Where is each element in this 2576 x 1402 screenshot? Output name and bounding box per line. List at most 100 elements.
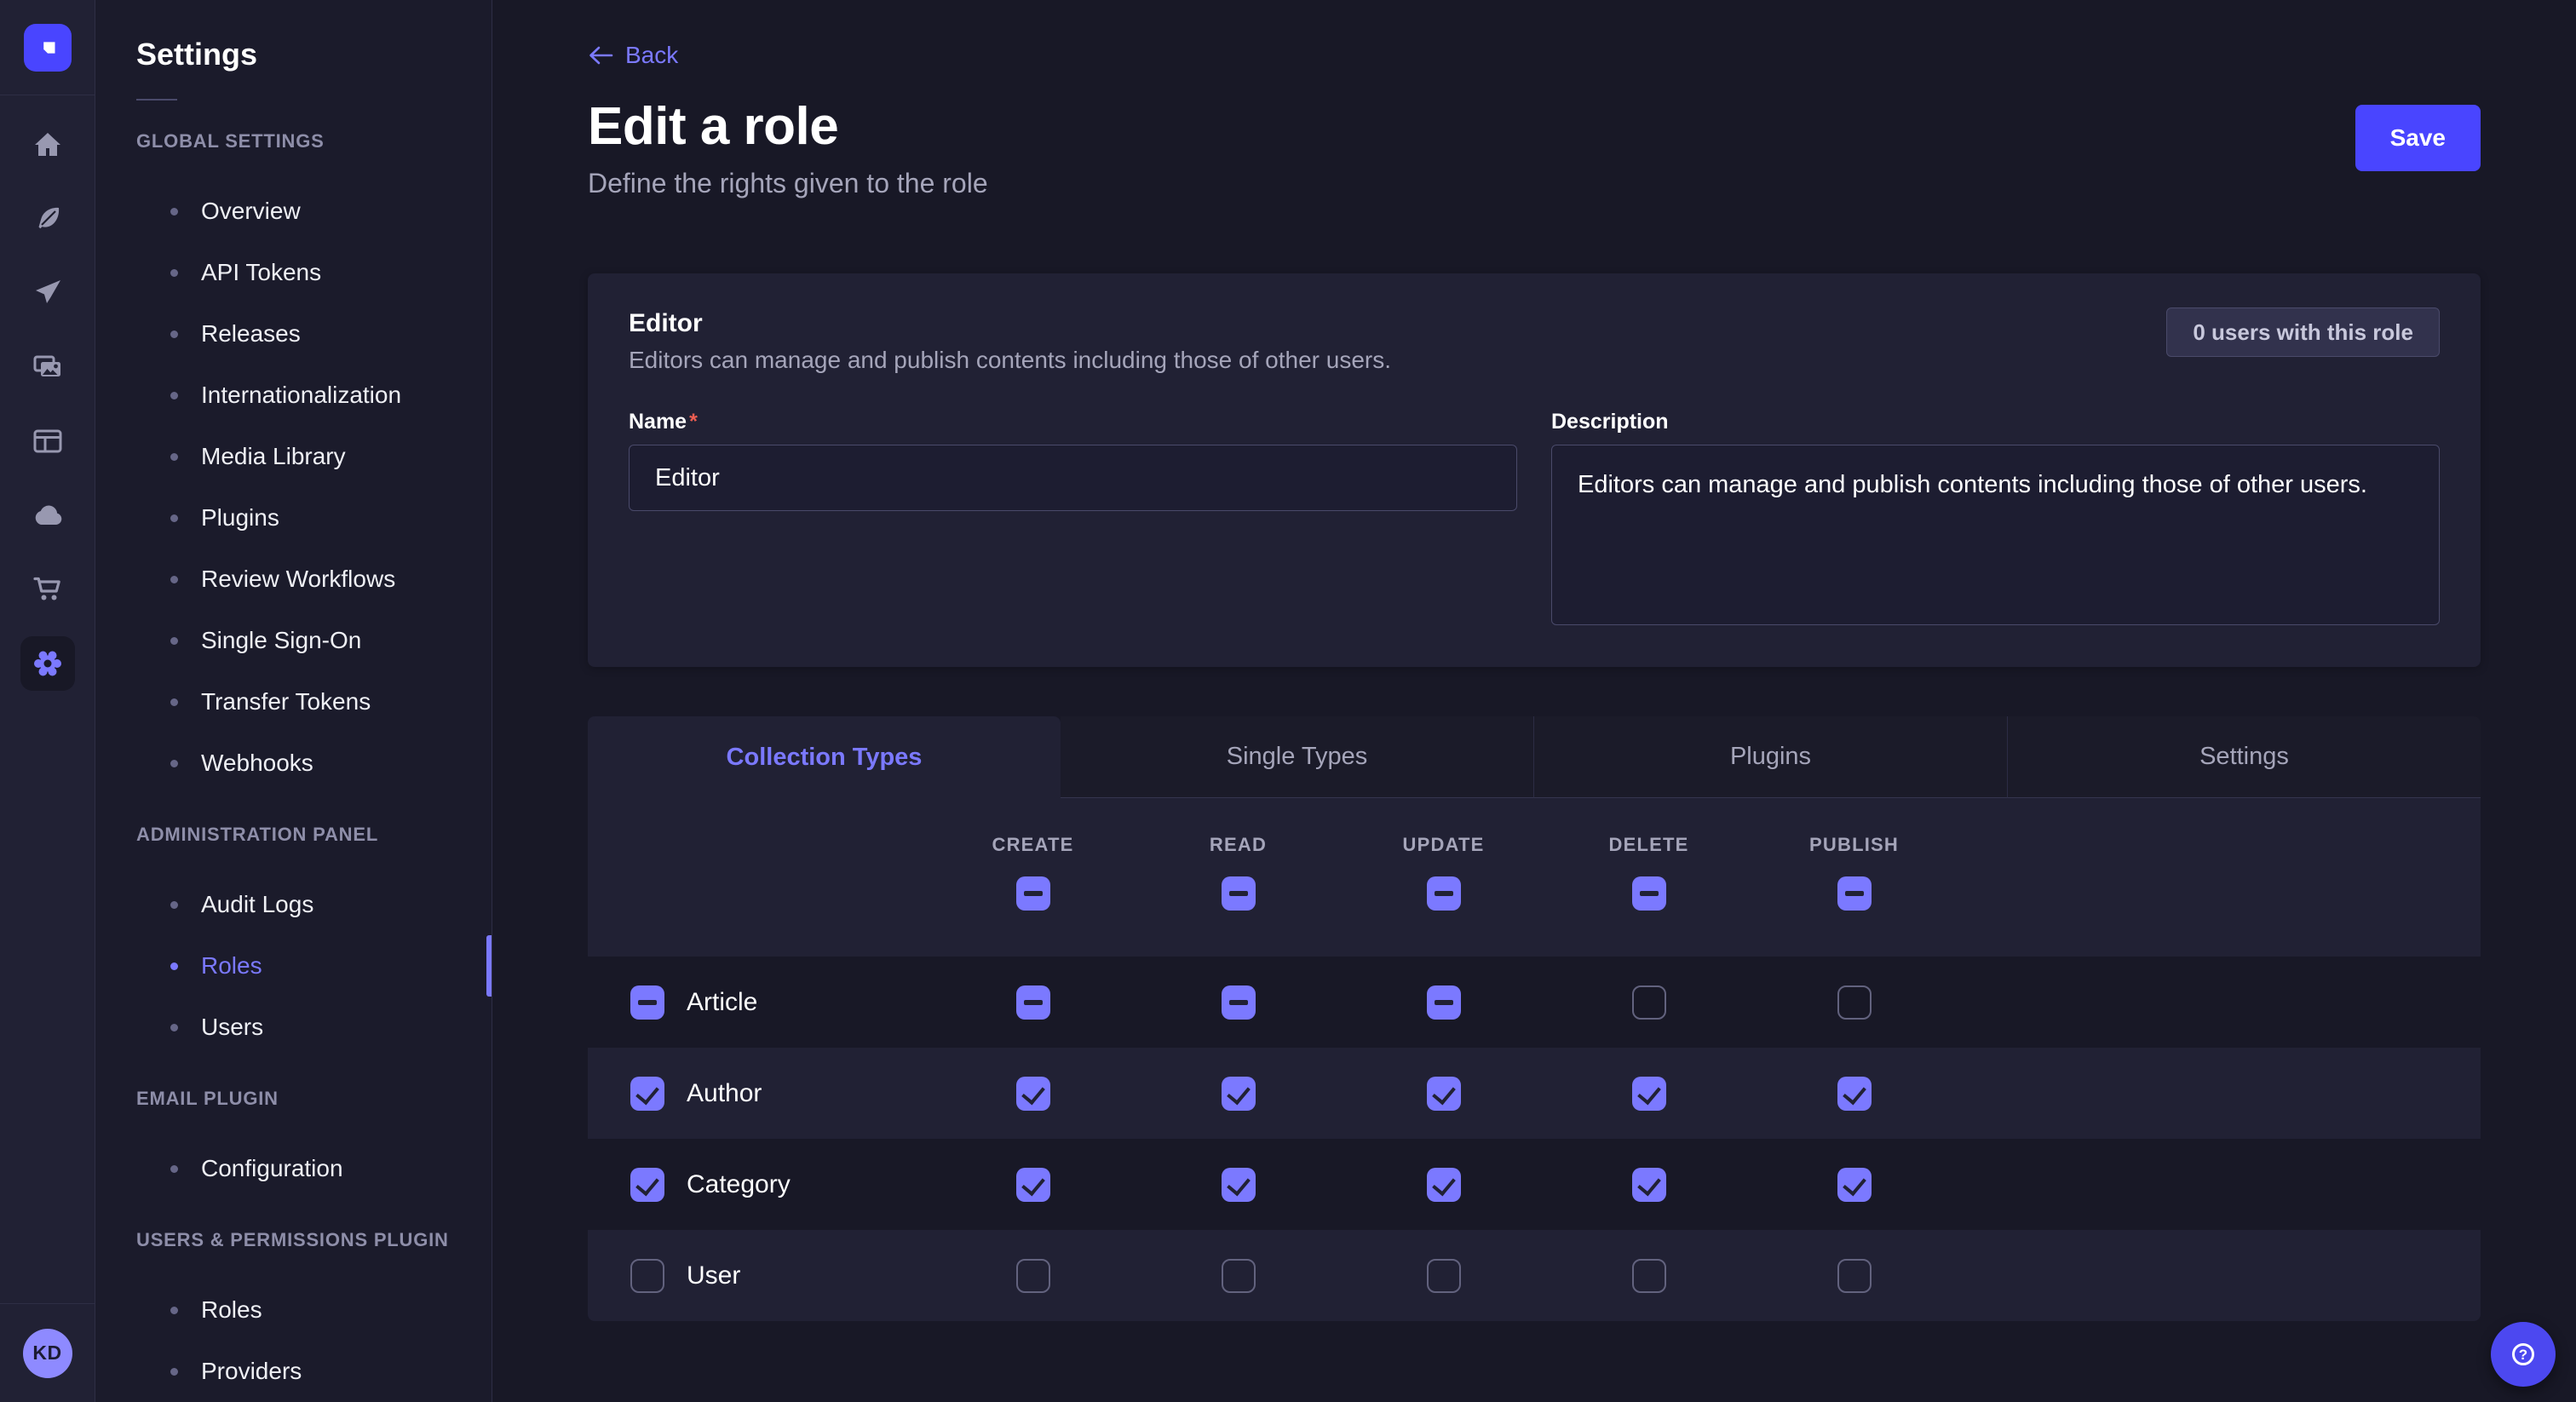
section-label: GLOBAL SETTINGS bbox=[95, 129, 492, 153]
category-update-checkbox[interactable] bbox=[1427, 1168, 1461, 1202]
section-label: USERS & PERMISSIONS PLUGIN bbox=[95, 1228, 492, 1252]
section-administration-panel: ADMINISTRATION PANEL Audit Logs Roles Us… bbox=[95, 823, 492, 1058]
permissions-card: Collection Types Single Types Plugins Se… bbox=[588, 716, 2481, 1321]
rail-nav bbox=[0, 95, 95, 1303]
tab-single-types[interactable]: Single Types bbox=[1061, 716, 1533, 798]
nav-content-type-builder-button[interactable] bbox=[24, 195, 72, 243]
article-read-checkbox[interactable] bbox=[1222, 985, 1256, 1020]
select-all-read-checkbox[interactable] bbox=[1222, 876, 1256, 911]
role-card-header: Editor Editors can manage and publish co… bbox=[629, 307, 2440, 374]
subnav-item-plugins[interactable]: Plugins bbox=[95, 487, 492, 549]
nav-deploy-button[interactable] bbox=[24, 491, 72, 539]
article-create-checkbox[interactable] bbox=[1016, 985, 1050, 1020]
cart-icon bbox=[31, 572, 65, 606]
subnav-item-single-sign-on[interactable]: Single Sign-On bbox=[95, 610, 492, 671]
category-read-checkbox[interactable] bbox=[1222, 1168, 1256, 1202]
row-user-checkbox[interactable] bbox=[630, 1259, 664, 1293]
author-create-checkbox[interactable] bbox=[1016, 1077, 1050, 1111]
nav-settings-button[interactable] bbox=[20, 636, 75, 691]
user-read-checkbox[interactable] bbox=[1222, 1259, 1256, 1293]
author-update-checkbox[interactable] bbox=[1427, 1077, 1461, 1111]
select-all-update-checkbox[interactable] bbox=[1427, 876, 1461, 911]
select-all-row bbox=[588, 876, 2481, 911]
role-form-fields: Name* Description Editors can manage and… bbox=[629, 410, 2440, 629]
select-all-publish-checkbox[interactable] bbox=[1837, 876, 1872, 911]
author-publish-checkbox[interactable] bbox=[1837, 1077, 1872, 1111]
svg-text:?: ? bbox=[2519, 1347, 2527, 1363]
row-article-checkbox[interactable] bbox=[630, 985, 664, 1020]
subnav-item-configuration[interactable]: Configuration bbox=[95, 1138, 492, 1199]
name-input[interactable] bbox=[629, 445, 1517, 511]
subnav-item-up-roles[interactable]: Roles bbox=[95, 1279, 492, 1341]
category-publish-checkbox[interactable] bbox=[1837, 1168, 1872, 1202]
subnav-item-up-providers[interactable]: Providers bbox=[95, 1341, 492, 1402]
row-category-checkbox[interactable] bbox=[630, 1168, 664, 1202]
bullet-icon bbox=[170, 576, 178, 583]
description-textarea[interactable]: Editors can manage and publish contents … bbox=[1551, 445, 2440, 625]
paper-plane-icon bbox=[31, 276, 65, 310]
nav-marketplace-button[interactable] bbox=[24, 566, 72, 613]
subnav-item-overview[interactable]: Overview bbox=[95, 181, 492, 242]
bullet-icon bbox=[170, 760, 178, 767]
category-delete-checkbox[interactable] bbox=[1632, 1168, 1666, 1202]
user-avatar[interactable]: KD bbox=[23, 1329, 72, 1378]
subnav-item-transfer-tokens[interactable]: Transfer Tokens bbox=[95, 671, 492, 733]
role-details-card: Editor Editors can manage and publish co… bbox=[588, 273, 2481, 667]
section-email-plugin: EMAIL PLUGIN Configuration bbox=[95, 1087, 492, 1199]
category-create-checkbox[interactable] bbox=[1016, 1168, 1050, 1202]
help-button[interactable]: ? bbox=[2491, 1322, 2556, 1387]
author-read-checkbox[interactable] bbox=[1222, 1077, 1256, 1111]
user-delete-checkbox[interactable] bbox=[1632, 1259, 1666, 1293]
subnav-item-api-tokens[interactable]: API Tokens bbox=[95, 242, 492, 303]
select-all-create-checkbox[interactable] bbox=[1016, 876, 1050, 911]
row-head: Category bbox=[588, 1168, 930, 1202]
subnav-item-internationalization[interactable]: Internationalization bbox=[95, 365, 492, 426]
cloud-icon bbox=[31, 498, 65, 532]
nav-content-manager-button[interactable] bbox=[24, 417, 72, 465]
row-author-checkbox[interactable] bbox=[630, 1077, 664, 1111]
page-header: Edit a role Define the rights given to t… bbox=[588, 96, 2481, 202]
nav-releases-button[interactable] bbox=[24, 269, 72, 317]
article-publish-checkbox[interactable] bbox=[1837, 985, 1872, 1020]
subnav-item-review-workflows[interactable]: Review Workflows bbox=[95, 549, 492, 610]
feather-icon bbox=[31, 202, 65, 236]
subnav-item-users[interactable]: Users bbox=[95, 997, 492, 1058]
subnav-header: Settings bbox=[95, 36, 492, 101]
user-update-checkbox[interactable] bbox=[1427, 1259, 1461, 1293]
tab-plugins[interactable]: Plugins bbox=[1533, 716, 2007, 798]
bullet-icon bbox=[170, 514, 178, 522]
home-icon bbox=[31, 128, 65, 162]
column-read: READ bbox=[1136, 834, 1341, 856]
tab-collection-types[interactable]: Collection Types bbox=[588, 716, 1061, 798]
role-card-header-text: Editor Editors can manage and publish co… bbox=[629, 307, 1391, 374]
subnav-item-media-library[interactable]: Media Library bbox=[95, 426, 492, 487]
back-link[interactable]: Back bbox=[588, 41, 678, 70]
strapi-logo[interactable] bbox=[24, 24, 72, 72]
bullet-icon bbox=[170, 453, 178, 461]
section-label: ADMINISTRATION PANEL bbox=[95, 823, 492, 847]
column-labels-row: CREATE READ UPDATE DELETE PUBLISH bbox=[588, 834, 2481, 856]
author-delete-checkbox[interactable] bbox=[1632, 1077, 1666, 1111]
users-with-role-badge[interactable]: 0 users with this role bbox=[2166, 307, 2440, 357]
subnav-item-audit-logs[interactable]: Audit Logs bbox=[95, 874, 492, 935]
column-publish: PUBLISH bbox=[1751, 834, 1957, 856]
row-label: Author bbox=[687, 1079, 762, 1108]
active-item-indicator bbox=[486, 935, 492, 997]
save-button[interactable]: Save bbox=[2355, 105, 2481, 171]
article-delete-checkbox[interactable] bbox=[1632, 985, 1666, 1020]
page-header-text: Edit a role Define the rights given to t… bbox=[588, 96, 988, 202]
user-publish-checkbox[interactable] bbox=[1837, 1259, 1872, 1293]
user-create-checkbox[interactable] bbox=[1016, 1259, 1050, 1293]
section-label: EMAIL PLUGIN bbox=[95, 1087, 492, 1111]
subnav-title: Settings bbox=[136, 36, 451, 73]
article-update-checkbox[interactable] bbox=[1427, 985, 1461, 1020]
subnav-item-releases[interactable]: Releases bbox=[95, 303, 492, 365]
select-all-delete-checkbox[interactable] bbox=[1632, 876, 1666, 911]
subnav-item-webhooks[interactable]: Webhooks bbox=[95, 733, 492, 794]
nav-media-library-button[interactable] bbox=[24, 343, 72, 391]
permissions-table-header: CREATE READ UPDATE DELETE PUBLISH bbox=[588, 798, 2481, 957]
tab-settings[interactable]: Settings bbox=[2007, 716, 2481, 798]
nav-home-button[interactable] bbox=[24, 121, 72, 169]
section-users-permissions-plugin: USERS & PERMISSIONS PLUGIN Roles Provide… bbox=[95, 1228, 492, 1402]
subnav-item-roles-active[interactable]: Roles bbox=[95, 935, 492, 997]
